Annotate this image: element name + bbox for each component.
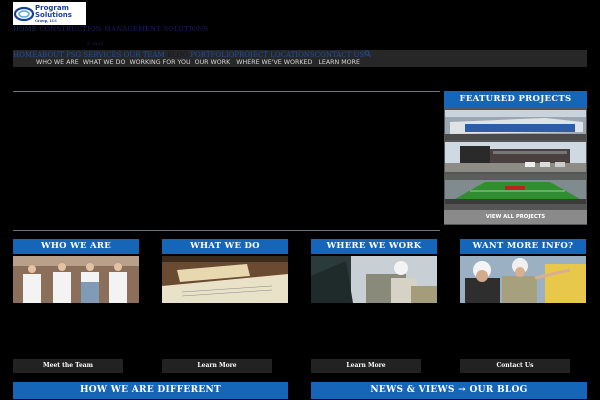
hero-slider[interactable] xyxy=(13,92,440,230)
where-we-work-image[interactable] xyxy=(311,256,437,303)
company-logo[interactable]: Program Solutions Group, LLC xyxy=(13,2,86,25)
tagline-home-link[interactable]: HOME xyxy=(13,25,37,33)
featured-project-image-2[interactable] xyxy=(445,142,586,172)
nav-item-home[interactable]: HOME xyxy=(13,51,37,60)
main-navigation: HOMEABOUT PSG SERVICES OUR TEAM BLOG POR… xyxy=(13,50,587,67)
featured-projects-heading: FEATURED PROJECTS xyxy=(444,91,587,108)
want-more-info-heading: WANT MORE INFO? xyxy=(460,239,586,254)
contact-us-button[interactable]: Contact Us xyxy=(460,359,570,373)
where-we-work-heading: WHERE WE WORK xyxy=(311,239,437,254)
swoosh-icon xyxy=(13,6,35,21)
nav-top-row: HOMEABOUT PSG SERVICES OUR TEAM BLOG POR… xyxy=(13,50,372,60)
tagline-text: CONSTRUCTION MANAGEMENT SOLUTIONS xyxy=(39,25,209,33)
subnav-learn-more[interactable]: LEARN MORE xyxy=(318,59,360,66)
want-more-info-image[interactable] xyxy=(460,256,586,303)
featured-project-image-3[interactable] xyxy=(445,174,586,204)
email-link[interactable]: E-mail xyxy=(87,41,103,47)
hero-bottom-divider xyxy=(13,230,440,231)
tagline: HOME CONSTRUCTION MANAGEMENT SOLUTIONS xyxy=(13,25,208,33)
subnav-what-we-do[interactable]: WHAT WE DO xyxy=(83,59,126,66)
subnav-our-work[interactable]: OUR WORK xyxy=(195,59,231,66)
who-we-are-image[interactable] xyxy=(13,256,139,303)
what-we-do-image[interactable] xyxy=(162,256,288,303)
featured-projects-panel: FEATURED PROJECTS xyxy=(444,91,587,225)
news-blog-heading[interactable]: NEWS & VIEWS → OUR BLOG xyxy=(311,382,587,399)
logo-subtitle: Group, LLC xyxy=(35,18,58,23)
subnav-working-for-you[interactable]: WORKING FOR YOU xyxy=(129,59,190,66)
meet-the-team-button[interactable]: Meet the Team xyxy=(13,359,123,373)
featured-project-image-1[interactable] xyxy=(445,110,586,140)
where-we-work-learn-more-button[interactable]: Learn More xyxy=(311,359,421,373)
what-we-do-learn-more-button[interactable]: Learn More xyxy=(162,359,272,373)
view-all-projects-button[interactable]: VIEW ALL PROJECTS xyxy=(444,210,587,224)
subnav-who-we-are[interactable]: WHO WE ARE xyxy=(36,59,79,66)
search-icon[interactable] xyxy=(364,50,372,60)
who-we-are-heading: WHO WE ARE xyxy=(13,239,139,254)
what-we-do-heading: WHAT WE DO xyxy=(162,239,288,254)
how-we-are-different-heading: HOW WE ARE DIFFERENT xyxy=(13,382,288,399)
logo-title-2: Solutions xyxy=(35,10,72,19)
subnav-where-worked[interactable]: WHERE WE'VE WORKED xyxy=(236,59,312,66)
nav-sub-row: WHO WE ARE WHAT WE DO WORKING FOR YOU OUR W… xyxy=(36,59,364,67)
